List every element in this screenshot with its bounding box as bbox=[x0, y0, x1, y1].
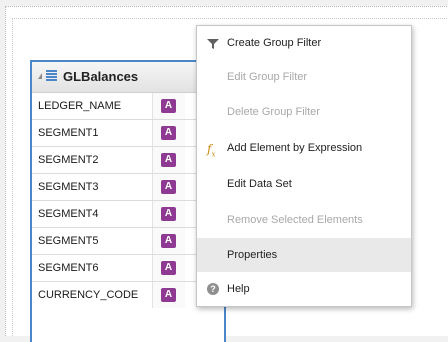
collapse-triangle-icon[interactable] bbox=[38, 73, 42, 79]
string-type-icon: A bbox=[161, 207, 176, 221]
type-cell: A bbox=[152, 228, 185, 254]
menu-item-edit-data-set[interactable]: Edit Data Set bbox=[197, 167, 411, 201]
string-type-icon: A bbox=[161, 126, 176, 140]
fx-icon: fx bbox=[207, 142, 216, 159]
menu-item-properties[interactable]: Properties bbox=[197, 238, 411, 272]
string-type-icon: A bbox=[161, 153, 176, 167]
string-type-icon: A bbox=[161, 288, 176, 302]
context-menu: Create Group Filter Edit Group Filter De… bbox=[196, 25, 412, 307]
column-name: SEGMENT1 bbox=[38, 127, 99, 139]
column-name: SEGMENT5 bbox=[38, 235, 99, 247]
filter-icon bbox=[207, 37, 221, 51]
menu-item-add-element-by-expression[interactable]: fx Add Element by Expression bbox=[197, 131, 411, 165]
type-cell: A bbox=[152, 255, 185, 281]
table-icon bbox=[46, 70, 57, 83]
column-name: SEGMENT3 bbox=[38, 181, 99, 193]
menu-item-label: Properties bbox=[227, 249, 278, 261]
menu-item-remove-selected-elements[interactable]: Remove Selected Elements bbox=[197, 203, 411, 237]
menu-item-delete-group-filter[interactable]: Delete Group Filter bbox=[197, 95, 411, 129]
dataset-title: GLBalances bbox=[63, 69, 139, 84]
menu-item-label: Delete Group Filter bbox=[227, 106, 320, 118]
string-type-icon: A bbox=[161, 180, 176, 194]
type-cell: A bbox=[152, 120, 185, 146]
column-name: SEGMENT2 bbox=[38, 154, 99, 166]
string-type-icon: A bbox=[161, 99, 176, 113]
menu-item-help[interactable]: ? Help bbox=[197, 272, 411, 306]
column-name: CURRENCY_CODE bbox=[38, 289, 139, 301]
type-cell: A bbox=[152, 282, 185, 308]
column-name: LEDGER_NAME bbox=[38, 100, 122, 112]
type-cell: A bbox=[152, 93, 185, 119]
menu-item-label: Remove Selected Elements bbox=[227, 214, 363, 226]
menu-item-label: Help bbox=[227, 283, 250, 295]
menu-item-create-group-filter[interactable]: Create Group Filter bbox=[197, 26, 411, 60]
column-name: SEGMENT6 bbox=[38, 262, 99, 274]
column-name: SEGMENT4 bbox=[38, 208, 99, 220]
menu-item-label: Add Element by Expression bbox=[227, 142, 363, 154]
menu-item-label: Edit Group Filter bbox=[227, 71, 308, 83]
type-cell: A bbox=[152, 147, 185, 173]
type-cell: A bbox=[152, 201, 185, 227]
string-type-icon: A bbox=[161, 234, 176, 248]
help-icon: ? bbox=[207, 283, 219, 295]
string-type-icon: A bbox=[161, 261, 176, 275]
menu-item-label: Create Group Filter bbox=[227, 37, 322, 49]
menu-item-edit-group-filter[interactable]: Edit Group Filter bbox=[197, 60, 411, 94]
type-cell: A bbox=[152, 174, 185, 200]
menu-item-label: Edit Data Set bbox=[227, 178, 292, 190]
